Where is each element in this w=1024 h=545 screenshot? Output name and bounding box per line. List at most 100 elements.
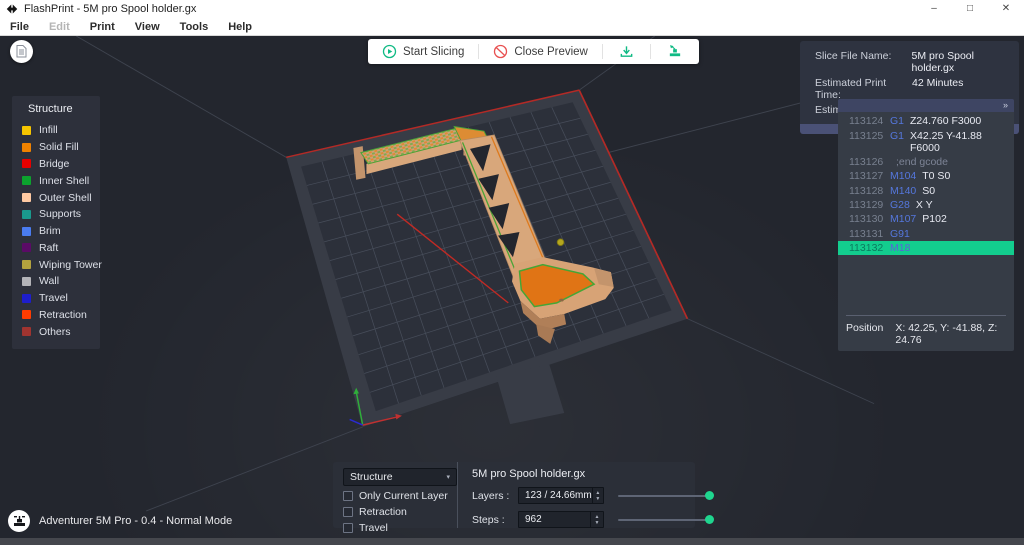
legend-label: Others [39, 326, 71, 338]
info-label: Slice File Name: [815, 50, 912, 74]
checkbox-only-current-layer[interactable]: Only Current Layer [343, 490, 457, 502]
legend-item: Brim [12, 223, 100, 240]
legend-swatch [22, 193, 31, 202]
legend-swatch [22, 260, 31, 269]
steps-stepper[interactable]: ▲ ▼ [590, 512, 603, 527]
gcode-command: M140 [890, 185, 916, 197]
app-logo-icon [6, 3, 18, 15]
gcode-line-number: 113124 [849, 115, 884, 127]
save-gcode-button[interactable] [603, 39, 650, 64]
menu-file[interactable]: File [0, 21, 39, 33]
menu-bar: File Edit Print View Tools Help [0, 18, 1024, 36]
menu-print[interactable]: Print [80, 21, 125, 33]
no-entry-icon [493, 44, 508, 59]
legend-swatch [22, 176, 31, 185]
steps-spinner[interactable]: 962 ▲ ▼ [518, 511, 604, 528]
window-title: FlashPrint - 5M pro Spool holder.gx [24, 3, 196, 15]
layer-panel: Structure ▾ Only Current Layer Retractio… [333, 462, 695, 528]
layers-slider-knob[interactable] [705, 491, 714, 500]
gcode-line[interactable]: 113130M107P102 [838, 212, 1014, 226]
legend-swatch [22, 243, 31, 252]
legend-swatch [22, 327, 31, 336]
legend-swatch [22, 126, 31, 135]
gcode-line[interactable]: 113131G91 [838, 227, 1014, 241]
gcode-line-selected[interactable]: 113132 M18 [838, 241, 1014, 255]
checkbox-label: Retraction [359, 506, 407, 518]
printer-status-icon [13, 515, 26, 527]
gcode-line[interactable]: 113126 ;end gcode [838, 155, 1014, 169]
layers-row: Layers : 123 / 24.66mm ▲ ▼ [472, 487, 710, 504]
checkbox-label: Travel [359, 522, 388, 534]
close-preview-button[interactable]: Close Preview [479, 39, 602, 64]
gcode-args: T0 S0 [922, 170, 950, 182]
legend-label: Inner Shell [39, 175, 89, 187]
maximize-button[interactable]: □ [952, 0, 988, 18]
layer-panel-right: 5M pro Spool holder.gx Layers : 123 / 24… [457, 462, 720, 528]
legend-item: Wall [12, 273, 100, 290]
layers-slider[interactable] [618, 495, 710, 497]
checkbox-box[interactable] [343, 523, 353, 533]
layers-spinner[interactable]: 123 / 24.66mm ▲ ▼ [518, 487, 604, 504]
legend-label: Infill [39, 124, 58, 136]
gcode-line[interactable]: 113127M104T0 S0 [838, 169, 1014, 183]
legend-item: Supports [12, 206, 100, 223]
layers-stepper[interactable]: ▲ ▼ [592, 488, 603, 503]
minimize-button[interactable]: – [916, 0, 952, 18]
checkbox-retraction[interactable]: Retraction [343, 506, 457, 518]
gcode-command: M104 [890, 170, 916, 182]
gcode-args: ;end gcode [896, 156, 948, 168]
info-value: 42 Minutes [912, 77, 963, 101]
steps-slider[interactable] [618, 519, 710, 521]
document-icon [16, 45, 27, 58]
send-to-printer-button[interactable] [651, 39, 699, 64]
checkbox-label: Only Current Layer [359, 490, 448, 502]
position-bar: Position X: 42.25, Y: -41.88, Z: 24.76 [846, 315, 1006, 346]
menu-view[interactable]: View [125, 21, 170, 33]
legend-swatch [22, 210, 31, 219]
layers-value[interactable]: 123 / 24.66mm [519, 488, 592, 503]
printer-status-text: Adventurer 5M Pro - 0.4 - Normal Mode [39, 515, 232, 527]
gcode-line[interactable]: 113129G28X Y [838, 198, 1014, 212]
structure-dropdown[interactable]: Structure ▾ [343, 468, 457, 486]
gcode-expand-icon[interactable]: » [838, 99, 1014, 112]
menu-help[interactable]: Help [218, 21, 262, 33]
legend-item: Outer Shell [12, 189, 100, 206]
steps-slider-knob[interactable] [705, 515, 714, 524]
stepper-down-icon[interactable]: ▼ [595, 496, 600, 502]
preview-file-name: 5M pro Spool holder.gx [472, 468, 710, 480]
printer-status-circle[interactable] [8, 510, 30, 532]
legend-item: Raft [12, 239, 100, 256]
printer-status-chip[interactable]: Adventurer 5M Pro - 0.4 - Normal Mode [8, 510, 232, 532]
checkbox-box[interactable] [343, 507, 353, 517]
menu-tools[interactable]: Tools [170, 21, 219, 33]
gcode-args: X42.25 Y-41.88 F6000 [910, 130, 1014, 154]
gcode-line-number: 113131 [849, 228, 884, 240]
legend-item: Inner Shell [12, 172, 100, 189]
gcode-line[interactable]: 113128M140S0 [838, 184, 1014, 198]
gcode-line-number: 113129 [849, 199, 884, 211]
checkbox-travel[interactable]: Travel [343, 522, 457, 534]
close-button[interactable]: ✕ [988, 0, 1024, 18]
info-value: 5M pro Spool holder.gx [912, 50, 1019, 74]
gcode-line-number: 113132 [849, 242, 884, 254]
legend-swatch [22, 227, 31, 236]
legend-swatch [22, 277, 31, 286]
gcode-line-number: 113125 [849, 130, 884, 154]
checkbox-box[interactable] [343, 491, 353, 501]
position-value: X: 42.25, Y: -41.88, Z: 24.76 [895, 322, 1006, 346]
gcode-command: G1 [890, 115, 904, 127]
steps-value[interactable]: 962 [519, 512, 590, 527]
legend-label: Outer Shell [39, 192, 92, 204]
legend-label: Supports [39, 208, 81, 220]
gcode-command: M18 [890, 242, 910, 254]
stepper-down-icon[interactable]: ▼ [595, 520, 600, 526]
gcode-line[interactable]: 113125G1X42.25 Y-41.88 F6000 [838, 128, 1014, 154]
position-label: Position [846, 322, 883, 346]
gcode-line[interactable]: 113124G1Z24.760 F3000 [838, 114, 1014, 128]
legend-item: Solid Fill [12, 139, 100, 156]
gcode-list: 113124G1Z24.760 F3000 113125G1X42.25 Y-4… [838, 112, 1014, 255]
start-slicing-button[interactable]: Start Slicing [368, 39, 478, 64]
gcode-line-number: 113126 [849, 156, 884, 168]
legend-item: Retraction [12, 307, 100, 324]
model-list-button[interactable] [10, 40, 33, 63]
